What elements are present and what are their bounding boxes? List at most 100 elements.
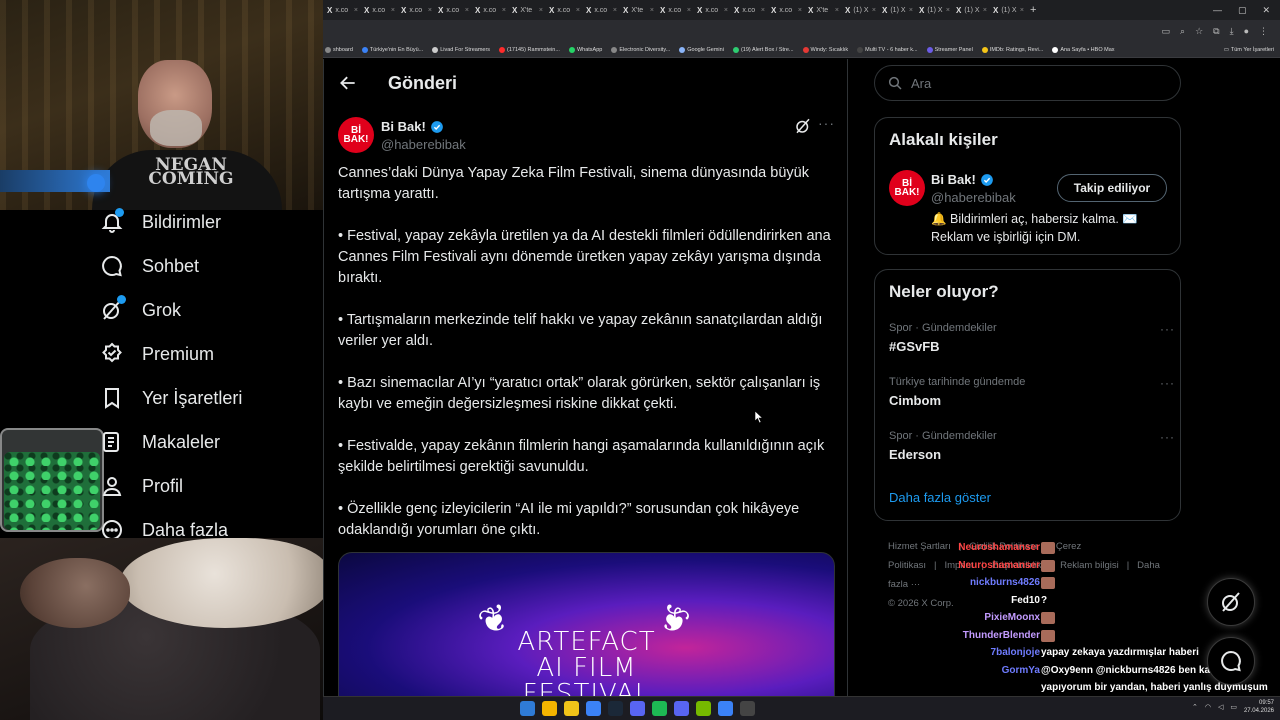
- wifi-icon[interactable]: ◠: [1205, 703, 1211, 711]
- tab-close-icon[interactable]: ×: [909, 7, 913, 14]
- bookmark-item[interactable]: Electronic Diversity...: [611, 46, 670, 53]
- trend-more-icon[interactable]: ···: [1160, 430, 1175, 444]
- spotify-taskbar-icon[interactable]: [652, 701, 667, 716]
- show-more-link[interactable]: Daha fazla göster: [889, 490, 991, 505]
- grok-fab-button[interactable]: [1207, 578, 1255, 626]
- nav-item-bookmarks[interactable]: Yer İşaretleri: [100, 386, 242, 410]
- all-bookmarks[interactable]: ▭ Tüm Yer İşaretleri: [1224, 47, 1280, 53]
- bookmark-item[interactable]: Ana Sayfa • HBO Max: [1052, 46, 1115, 53]
- tab-close-icon[interactable]: ×: [983, 7, 987, 14]
- app9-taskbar-icon[interactable]: [718, 701, 733, 716]
- nvidia-taskbar-icon[interactable]: [696, 701, 711, 716]
- close-window-icon[interactable]: ✕: [1262, 5, 1270, 16]
- new-tab-button[interactable]: +: [1030, 4, 1036, 16]
- tab-close-icon[interactable]: ×: [1020, 7, 1024, 14]
- browser-tab[interactable]: Xx.co ×: [471, 0, 508, 20]
- tab-close-icon[interactable]: ×: [576, 7, 580, 14]
- volume-icon[interactable]: ◁: [1218, 703, 1223, 711]
- menu-icon[interactable]: ⋮: [1259, 26, 1268, 37]
- tab-close-icon[interactable]: ×: [872, 7, 876, 14]
- star-icon[interactable]: ☆: [1195, 26, 1203, 37]
- related-handle[interactable]: @haberebibak: [931, 190, 1016, 205]
- nav-item-profile[interactable]: Profil: [100, 474, 183, 498]
- bookmark-item[interactable]: Streamer Panel: [926, 46, 973, 53]
- trend-item[interactable]: Spor · Gündemdekiler Ederson ···: [889, 430, 1174, 462]
- tab-close-icon[interactable]: ×: [687, 7, 691, 14]
- browser-tab[interactable]: Xx.co ×: [582, 0, 619, 20]
- search-input[interactable]: [911, 75, 1161, 91]
- browser-tab[interactable]: Xx.co ×: [360, 0, 397, 20]
- tab-close-icon[interactable]: ×: [428, 7, 432, 14]
- browser-tab[interactable]: X (1) X ×: [878, 0, 915, 20]
- search-box[interactable]: [874, 65, 1181, 101]
- system-clock[interactable]: 09:57 27.04.2026: [1244, 699, 1274, 715]
- browser-tab[interactable]: Xx.co ×: [434, 0, 471, 20]
- post-author-handle[interactable]: @haberebibak: [381, 137, 466, 152]
- browser-tab[interactable]: Xx.co ×: [730, 0, 767, 20]
- obs-taskbar-icon[interactable]: [740, 701, 755, 716]
- tab-close-icon[interactable]: ×: [724, 7, 728, 14]
- tab-close-icon[interactable]: ×: [391, 7, 395, 14]
- tab-close-icon[interactable]: ×: [946, 7, 950, 14]
- chrome-taskbar-icon[interactable]: [542, 701, 557, 716]
- tab-close-icon[interactable]: ×: [798, 7, 802, 14]
- nav-item-notifications[interactable]: Bildirimler: [100, 208, 221, 234]
- bookmark-item[interactable]: (19) Alert Box / Stre...: [732, 46, 794, 53]
- extensions-icon[interactable]: ⧉: [1213, 26, 1219, 37]
- tray-chevron-icon[interactable]: ⌃: [1192, 703, 1198, 711]
- browser-tab[interactable]: X X'te ×: [619, 0, 656, 20]
- browser-tab[interactable]: Xx.co ×: [545, 0, 582, 20]
- bookmark-item[interactable]: shboard: [325, 46, 353, 53]
- tab-close-icon[interactable]: ×: [465, 7, 469, 14]
- app3-taskbar-icon[interactable]: [586, 701, 601, 716]
- browser-tab[interactable]: Xx.co ×: [323, 0, 360, 20]
- trend-more-icon[interactable]: ···: [1160, 376, 1175, 390]
- start-taskbar-icon[interactable]: [520, 701, 535, 716]
- tab-close-icon[interactable]: ×: [650, 7, 654, 14]
- nav-item-articles[interactable]: Makaleler: [100, 430, 220, 454]
- bookmark-item[interactable]: Livad For Streamers: [432, 46, 490, 53]
- bookmark-item[interactable]: Türkiye'nin En Büyü...: [361, 46, 423, 53]
- post-more-options-icon[interactable]: ···: [818, 115, 835, 131]
- zoom-icon[interactable]: ⌕: [1180, 26, 1185, 37]
- bookmark-item[interactable]: Windy: Sıcaklık: [802, 46, 848, 53]
- bookmark-item[interactable]: Google Gemini: [679, 46, 724, 53]
- trend-more-icon[interactable]: ···: [1160, 322, 1175, 336]
- browser-tab[interactable]: X (1) X ×: [989, 0, 1026, 20]
- browser-tab[interactable]: X X'te ×: [804, 0, 841, 20]
- trend-item[interactable]: Türkiye tarihinde gündemde Cimbom ···: [889, 376, 1174, 408]
- tab-close-icon[interactable]: ×: [835, 7, 839, 14]
- browser-tab[interactable]: Xx.co ×: [397, 0, 434, 20]
- cast-icon[interactable]: ▭: [1162, 26, 1171, 37]
- back-arrow-icon[interactable]: [338, 73, 358, 93]
- discord-taskbar-icon[interactable]: [674, 701, 689, 716]
- browser-tab[interactable]: X X'te ×: [508, 0, 545, 20]
- bookmark-item[interactable]: Multi TV - 6 haber k...: [857, 46, 918, 53]
- messages-fab-button[interactable]: [1207, 637, 1255, 685]
- tab-close-icon[interactable]: ×: [502, 7, 506, 14]
- battery-icon[interactable]: ▭: [1230, 703, 1237, 711]
- browser-tab[interactable]: Xx.co ×: [656, 0, 693, 20]
- profile-avatar-icon[interactable]: ●: [1244, 26, 1249, 36]
- browser-tab[interactable]: Xx.co ×: [693, 0, 730, 20]
- browser-tab[interactable]: X (1) X ×: [841, 0, 878, 20]
- tab-close-icon[interactable]: ×: [761, 7, 765, 14]
- tab-close-icon[interactable]: ×: [354, 7, 358, 14]
- nav-item-chat[interactable]: Sohbet: [100, 254, 199, 278]
- trend-item[interactable]: Spor · Gündemdekiler #GSvFB ···: [889, 322, 1174, 354]
- nav-item-grok[interactable]: Grok: [100, 295, 181, 322]
- post-media-image[interactable]: ❦ ❦ ARTEFACT AI FILM FESTIVAL: [338, 552, 835, 696]
- post-author-avatar[interactable]: Bİ BAK!: [338, 117, 374, 153]
- bookmark-item[interactable]: (17145) Rammstein...: [499, 46, 560, 53]
- tab-close-icon[interactable]: ×: [539, 7, 543, 14]
- bookmark-item[interactable]: WhatsApp: [568, 46, 602, 53]
- grok-explain-icon[interactable]: [794, 117, 812, 135]
- following-button[interactable]: Takip ediliyor: [1057, 174, 1167, 202]
- tab-close-icon[interactable]: ×: [613, 7, 617, 14]
- steam-taskbar-icon[interactable]: [608, 701, 623, 716]
- nav-item-premium[interactable]: Premium: [100, 342, 214, 366]
- post-author-name[interactable]: Bi Bak!: [381, 119, 444, 134]
- bookmark-item[interactable]: IMDb: Ratings, Revi...: [981, 46, 1043, 53]
- related-name[interactable]: Bi Bak!: [931, 172, 994, 187]
- maximize-icon[interactable]: ▢: [1238, 5, 1247, 16]
